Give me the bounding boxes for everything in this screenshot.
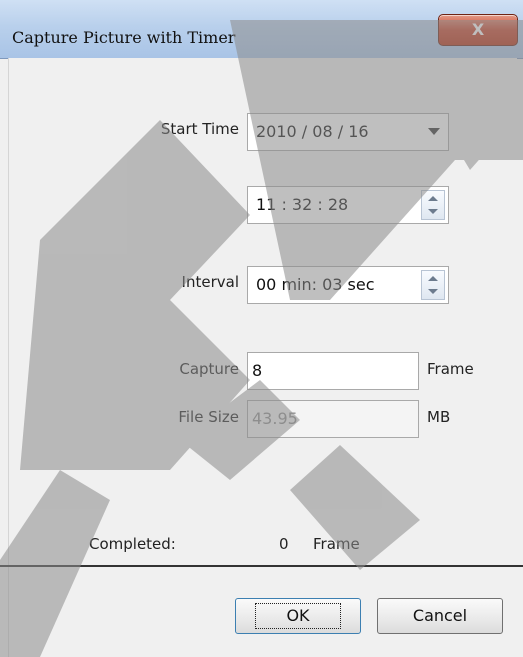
title-bar[interactable]: Capture Picture with Timer X (0, 0, 523, 59)
start-time-spinner[interactable]: 11 : 32 : 28 (247, 186, 449, 224)
footer-divider (0, 565, 523, 567)
file-size-field: 43.95 (247, 400, 419, 438)
start-time-value: 11 : 32 : 28 (256, 195, 349, 214)
completed-unit: Frame (313, 535, 360, 553)
time-spin-buttons[interactable] (421, 190, 445, 220)
close-button[interactable]: X (438, 14, 518, 46)
chevron-down-icon[interactable] (428, 128, 440, 135)
interval-label: Interval (181, 273, 239, 291)
capture-count-input[interactable]: 8 (247, 352, 419, 390)
spin-up-icon[interactable] (428, 276, 438, 281)
dialog-title: Capture Picture with Timer (12, 28, 236, 47)
start-time-label: Start Time (160, 120, 239, 138)
start-date-combo[interactable]: 2010 / 08 / 16 (247, 113, 449, 151)
spin-down-icon[interactable] (428, 209, 438, 214)
interval-value: 00 min: 03 sec (256, 275, 375, 294)
capture-unit: Frame (427, 360, 474, 378)
completed-count: 0 (279, 535, 289, 553)
ok-button[interactable]: OK (235, 598, 361, 634)
ok-button-label: OK (255, 603, 341, 629)
close-icon: X (471, 20, 485, 39)
spin-up-icon[interactable] (428, 196, 438, 201)
dialog-body: Start Time 2010 / 08 / 16 11 : 32 : 28 I… (8, 58, 517, 657)
capture-label: Capture (179, 360, 239, 378)
spin-down-icon[interactable] (428, 289, 438, 294)
interval-spin-buttons[interactable] (421, 270, 445, 300)
file-size-unit: MB (427, 408, 451, 426)
start-date-value: 2010 / 08 / 16 (256, 122, 369, 141)
cancel-button[interactable]: Cancel (377, 598, 503, 634)
capture-picture-dialog: Capture Picture with Timer X Start Time … (0, 0, 523, 657)
completed-label: Completed: (89, 535, 176, 553)
file-size-label: File Size (178, 408, 239, 426)
interval-spinner[interactable]: 00 min: 03 sec (247, 266, 449, 304)
